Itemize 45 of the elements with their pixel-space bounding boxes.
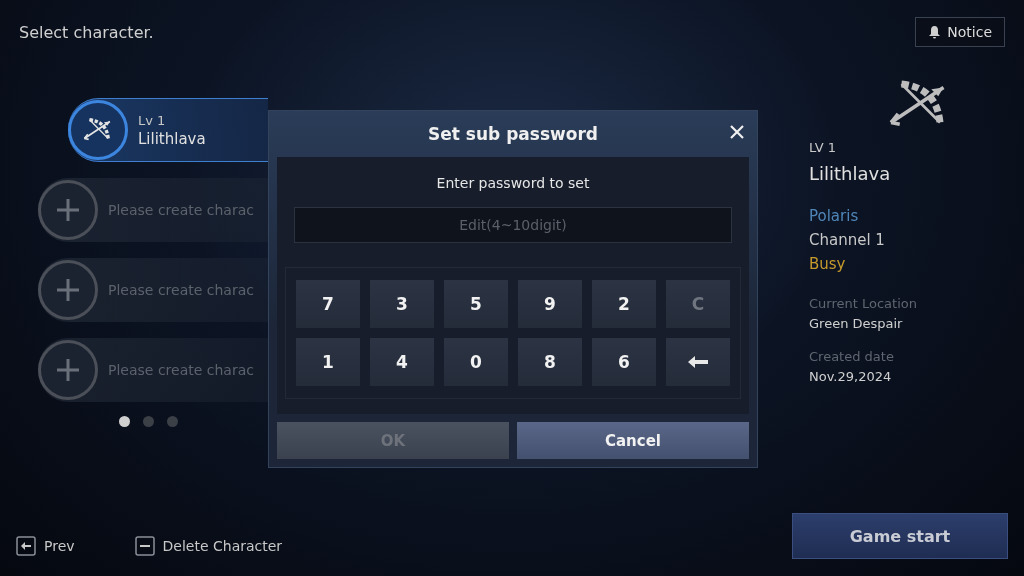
left-arrow-icon [687, 355, 709, 369]
game-start-button[interactable]: Game start [792, 513, 1008, 559]
plus-icon [56, 278, 80, 302]
status-text: Polaris [809, 206, 860, 227]
field-label: Created date [809, 349, 895, 364]
keypad-key[interactable]: 2 [592, 280, 656, 328]
prev-button[interactable]: Prev [16, 536, 75, 556]
password-input-field[interactable]: Edit(4~10digit) [294, 207, 732, 243]
dialog-prompt: Enter password to set [436, 175, 590, 191]
slot-label: Please create charac [108, 282, 254, 298]
field-value: Nov.29,2024 [809, 369, 893, 384]
keypad-key[interactable]: 3 [370, 280, 434, 328]
keypad-key[interactable]: 8 [518, 338, 582, 386]
backspace-key[interactable] [666, 338, 730, 386]
character-slot[interactable]: Lv 1 Lilithlava [68, 98, 268, 162]
plus-icon [56, 358, 80, 382]
screen-title: Select character. [19, 22, 154, 42]
keypad-key[interactable]: 7 [296, 280, 360, 328]
field-label: Current Location [809, 296, 918, 311]
keypad-key[interactable]: 9 [518, 280, 582, 328]
status-text: Busy [809, 254, 847, 275]
page-dot[interactable] [167, 416, 178, 427]
keypad-key[interactable]: 4 [370, 338, 434, 386]
page-dot[interactable] [119, 416, 130, 427]
page-dot[interactable] [143, 416, 154, 427]
plus-icon [56, 198, 80, 222]
bell-icon [928, 25, 942, 39]
minus-icon [134, 536, 155, 556]
keypad-key[interactable]: 5 [444, 280, 508, 328]
close-icon [729, 124, 745, 140]
field-value: Green Despair [809, 316, 904, 331]
delete-character-button[interactable]: Delete Character [134, 536, 283, 556]
dialog-title: Set sub password [428, 124, 598, 144]
slot-label: Please create charac [108, 202, 254, 218]
slot-name: Lilithlava [138, 129, 206, 148]
character-name: Lilithlava [809, 163, 892, 184]
slot-label: Please create charac [108, 362, 254, 378]
keypad-key[interactable]: 0 [444, 338, 508, 386]
keypad-key[interactable]: 1 [296, 338, 360, 386]
keypad-key[interactable]: 6 [592, 338, 656, 386]
dialog-button[interactable]: Cancel [517, 422, 749, 459]
slot-level: Lv 1 [138, 112, 167, 128]
character-level: LV 1 [809, 140, 838, 155]
notice-button[interactable]: Notice [915, 17, 1005, 47]
status-text: Channel 1 [809, 230, 886, 251]
